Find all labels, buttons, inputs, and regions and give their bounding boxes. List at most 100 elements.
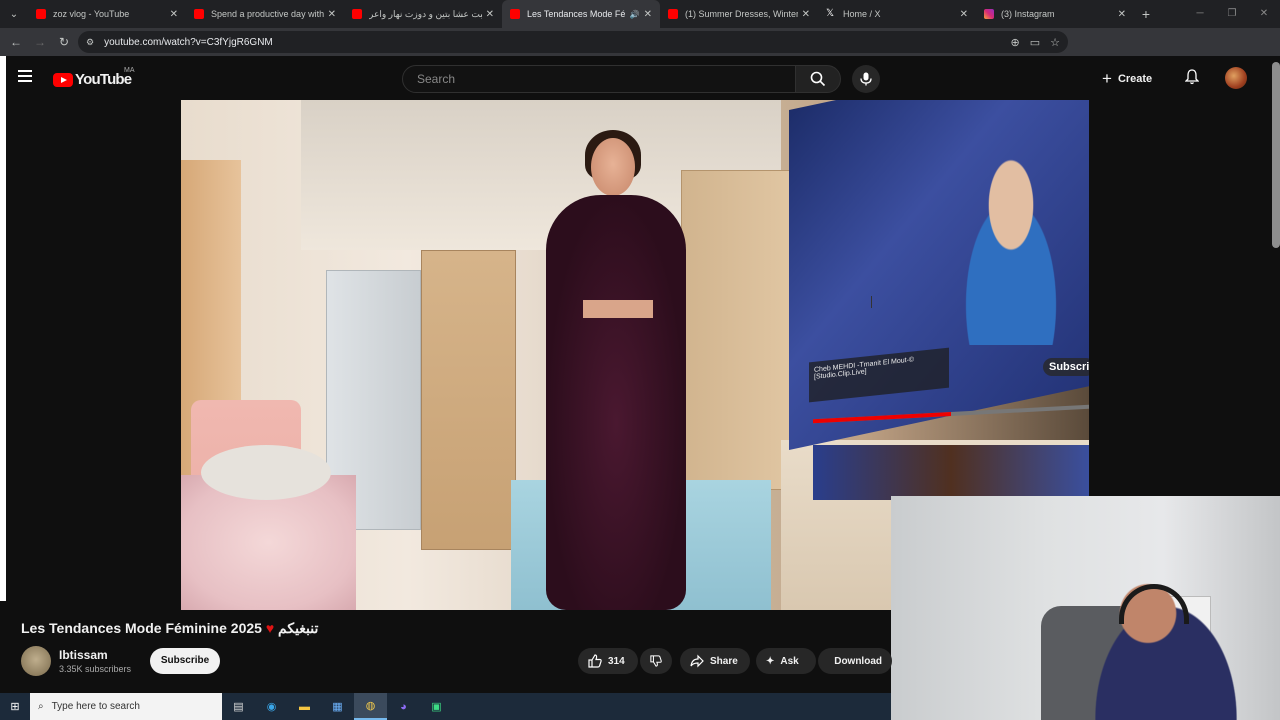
zoom-icon[interactable]: ⊕ <box>1011 36 1020 49</box>
taskbar-search-input[interactable]: ⌕ Type here to search <box>30 693 222 720</box>
download-button[interactable]: Download <box>818 648 892 674</box>
left-edge-strip <box>0 56 6 601</box>
tab-close-icon[interactable]: ✕ <box>644 9 652 20</box>
file-explorer-icon[interactable]: ▬ <box>288 693 321 720</box>
subscriber-count: 3.35K subscribers <box>59 664 132 674</box>
subscribe-button[interactable]: Subscribe <box>150 648 220 674</box>
tab-close-icon[interactable]: ✕ <box>960 9 968 20</box>
video-title: Les Tendances Mode Féminine 2025 ♥ تنبغي… <box>21 620 318 637</box>
youtube-favicon-icon <box>36 9 46 19</box>
video-scene-cabinet <box>421 250 516 550</box>
tab-close-icon[interactable]: ✕ <box>1118 9 1126 20</box>
webcam-overlay <box>891 496 1280 720</box>
search-icon <box>810 71 826 87</box>
restore-icon[interactable]: ❐ <box>1216 0 1248 28</box>
windows-start-icon[interactable]: ⊞ <box>0 700 30 713</box>
youtube-wordmark: YouTube <box>75 71 132 88</box>
browser-tab[interactable]: طيبت عشا بتين و دوزت نهار واعر ✕ <box>344 0 502 28</box>
taskbar-search-placeholder: Type here to search <box>51 701 140 712</box>
browser-tab[interactable]: (1) Summer Dresses, Winter Ch ✕ <box>660 0 818 28</box>
browser-tab[interactable]: 𝕏 Home / X ✕ <box>818 0 976 28</box>
youtube-favicon-icon <box>510 9 520 19</box>
tab-close-icon[interactable]: ✕ <box>486 9 494 20</box>
user-avatar[interactable] <box>1225 67 1247 89</box>
address-bar[interactable]: ⚙ youtube.com/watch?v=C3fYjgR6GNM ⊕ ▭ ☆ <box>78 31 1068 53</box>
share-arrow-icon <box>690 654 704 668</box>
hamburger-menu-icon[interactable] <box>18 70 32 82</box>
dislike-button[interactable] <box>640 648 672 674</box>
share-label: Share <box>710 655 738 667</box>
cast-icon[interactable]: ▭ <box>1030 36 1040 49</box>
video-title-text: Les Tendances Mode Féminine 2025 <box>21 620 262 636</box>
browser-tab[interactable]: zoz vlog - YouTube ✕ <box>28 0 186 28</box>
youtube-favicon-icon <box>352 9 362 19</box>
minimize-icon[interactable]: ─ <box>1184 0 1216 28</box>
tab-close-icon[interactable]: ✕ <box>328 9 336 20</box>
youtube-logo[interactable]: YouTube <box>53 71 132 88</box>
tab-title: (1) Summer Dresses, Winter Ch <box>685 9 798 19</box>
tab-close-icon[interactable]: ✕ <box>170 9 178 20</box>
task-view-icon[interactable]: ▤ <box>222 693 255 720</box>
back-icon[interactable]: ← <box>4 35 28 49</box>
like-count: 314 <box>608 655 625 667</box>
android-app-icon[interactable]: ▣ <box>420 693 453 720</box>
tab-search-icon[interactable]: ⌄ <box>0 0 28 28</box>
browser-tab-active[interactable]: Les Tendances Mode Fémin 🔊 ✕ <box>502 0 660 28</box>
chrome-browser-icon[interactable]: ◍ <box>354 693 387 720</box>
discord-icon[interactable]: ◕ <box>387 693 420 720</box>
windows-taskbar: ⊞ ⌕ Type here to search ▤ ◉ ▬ ▦ ◍ ◕ ▣ <box>0 693 891 720</box>
x-favicon-icon: 𝕏 <box>826 8 835 19</box>
thumbs-up-icon <box>588 654 602 668</box>
new-tab-button[interactable]: + <box>1134 6 1158 22</box>
share-button[interactable]: Share <box>680 648 750 674</box>
youtube-header: YouTube MA Search + Create <box>6 56 1272 100</box>
window-controls: ─ ❐ ✕ <box>1184 0 1280 28</box>
create-label: Create <box>1117 73 1153 85</box>
browser-tab-strip: ⌄ zoz vlog - YouTube ✕ Spend a productiv… <box>0 0 1280 28</box>
channel-name[interactable]: Ibtissam <box>59 648 108 662</box>
tab-title: (3) Instagram <box>1001 9 1055 19</box>
video-tv-person <box>941 145 1081 345</box>
channel-avatar[interactable] <box>21 646 51 676</box>
video-title-suffix: تنبغيكم <box>278 620 319 636</box>
search-button[interactable] <box>795 65 841 93</box>
url-text: youtube.com/watch?v=C3fYjgR6GNM <box>104 36 273 48</box>
browser-tab[interactable]: Spend a productive day with m ✕ <box>186 0 344 28</box>
tab-title: zoz vlog - YouTube <box>53 9 130 19</box>
tab-title: Spend a productive day with m <box>211 9 324 19</box>
video-person-dress <box>546 195 686 610</box>
thumbs-down-icon <box>650 655 662 667</box>
reload-icon[interactable]: ↻ <box>52 35 76 49</box>
browser-tab[interactable]: (3) Instagram ✕ <box>976 0 1134 28</box>
country-code: MA <box>124 67 135 74</box>
tab-title: Les Tendances Mode Fémin <box>527 9 626 19</box>
page-scrollbar[interactable] <box>1272 62 1280 248</box>
create-button[interactable]: + Create <box>1102 68 1152 90</box>
site-info-icon[interactable]: ⚙ <box>86 37 94 48</box>
tab-close-icon[interactable]: ✕ <box>802 9 810 20</box>
ask-button[interactable]: ✦ Ask <box>756 648 816 674</box>
video-tv-subscribe-text: Subscri <box>1043 358 1089 376</box>
microsoft-store-icon[interactable]: ▦ <box>321 693 354 720</box>
tab-title: طيبت عشا بتين و دوزت نهار واعر <box>369 8 482 19</box>
sparkle-icon: ✦ <box>766 655 775 667</box>
bookmark-star-icon[interactable]: ☆ <box>1050 36 1060 49</box>
notifications-bell-icon[interactable] <box>1184 69 1200 88</box>
video-scene-pillow <box>201 445 331 500</box>
edge-browser-icon[interactable]: ◉ <box>255 693 288 720</box>
tab-title: Home / X <box>843 9 881 19</box>
close-window-icon[interactable]: ✕ <box>1248 0 1280 28</box>
tab-audio-icon[interactable]: 🔊 <box>630 10 640 19</box>
youtube-favicon-icon <box>194 9 204 19</box>
voice-search-button[interactable] <box>852 65 880 93</box>
heart-emoji-icon: ♥ <box>265 620 275 636</box>
search-input[interactable]: Search <box>402 65 796 93</box>
forward-icon[interactable]: → <box>28 35 52 49</box>
video-person-head <box>591 138 635 196</box>
ask-label: Ask <box>780 655 799 667</box>
download-label: Download <box>834 655 882 667</box>
browser-toolbar: ← → ↻ ⚙ youtube.com/watch?v=C3fYjgR6GNM … <box>0 28 1280 77</box>
youtube-favicon-icon <box>668 9 678 19</box>
like-button[interactable]: 314 <box>578 648 638 674</box>
taskbar-search-icon: ⌕ <box>38 701 44 712</box>
